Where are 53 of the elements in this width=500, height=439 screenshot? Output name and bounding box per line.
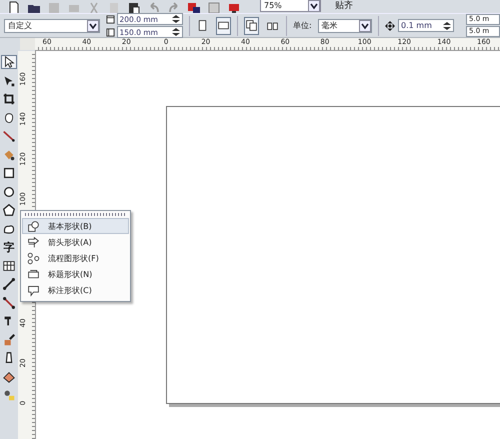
connector-tool[interactable] <box>1 296 17 310</box>
table-tool[interactable] <box>1 258 17 272</box>
banner-shapes-icon <box>27 268 40 280</box>
freehand-icon <box>2 129 16 143</box>
eyedropper-icon <box>2 332 16 346</box>
fill-tool[interactable] <box>1 370 17 384</box>
flyout-menu-item[interactable]: 标题形状(N) <box>22 266 129 282</box>
polygon-tool[interactable] <box>1 203 17 217</box>
ellipse-icon <box>2 184 16 198</box>
landscape-button[interactable] <box>216 16 232 34</box>
dimension-icon <box>2 277 16 291</box>
flyout-menu-item[interactable]: 标注形状(C) <box>22 282 129 298</box>
table-icon <box>2 258 16 272</box>
polygon-icon <box>2 203 16 217</box>
rectangle-icon <box>2 166 16 180</box>
connector-icon <box>2 296 16 310</box>
page-icon <box>217 19 230 32</box>
paste-icon[interactable] <box>126 0 142 13</box>
nudge-field[interactable]: 0.1 mm <box>398 19 454 32</box>
page-layout-button[interactable] <box>244 16 260 34</box>
flyout-menu-item[interactable]: 流程图形状(F) <box>22 250 129 266</box>
text-tool[interactable]: 字 <box>1 240 17 254</box>
spin-arrows-icon[interactable] <box>441 20 454 30</box>
pages-icon <box>245 19 258 32</box>
flowchart-shapes-icon <box>27 252 40 264</box>
nudge-icon <box>385 20 396 30</box>
flyout-menu-item[interactable]: 基本形状(B) <box>22 218 129 234</box>
units-label: 单位: <box>293 20 312 31</box>
dimension-tool[interactable] <box>1 277 17 291</box>
rectangle-tool[interactable] <box>1 166 17 180</box>
page-width-icon <box>106 14 114 24</box>
arrow-shapes-icon <box>27 236 40 248</box>
paper-preset-combo[interactable]: 自定义 <box>4 18 100 32</box>
spin-arrows-icon[interactable] <box>170 27 182 37</box>
page-height-icon <box>106 28 114 36</box>
snap-button[interactable]: 贴齐 <box>335 0 353 13</box>
basic-shapes-icon <box>27 220 40 232</box>
dropdown-arrow-icon[interactable] <box>308 0 320 12</box>
freehand-tool[interactable] <box>1 129 17 143</box>
pick-tool[interactable] <box>1 55 17 69</box>
import-icon[interactable] <box>186 0 202 13</box>
flyout-menu-item[interactable]: 箭头形状(A) <box>22 234 129 250</box>
units-combo[interactable]: 毫米 <box>318 18 372 32</box>
crop-icon <box>2 92 16 106</box>
shape-icon <box>2 74 16 88</box>
ellipse-tool[interactable] <box>1 184 17 198</box>
pick-icon <box>2 55 16 69</box>
spin-arrows-icon[interactable] <box>170 14 182 24</box>
callout-shapes-icon <box>27 284 40 296</box>
crop-tool[interactable] <box>1 92 17 106</box>
fill-icon <box>2 370 16 384</box>
zoom-combo[interactable]: 75% <box>260 0 321 12</box>
interactivefill-icon <box>2 388 16 402</box>
